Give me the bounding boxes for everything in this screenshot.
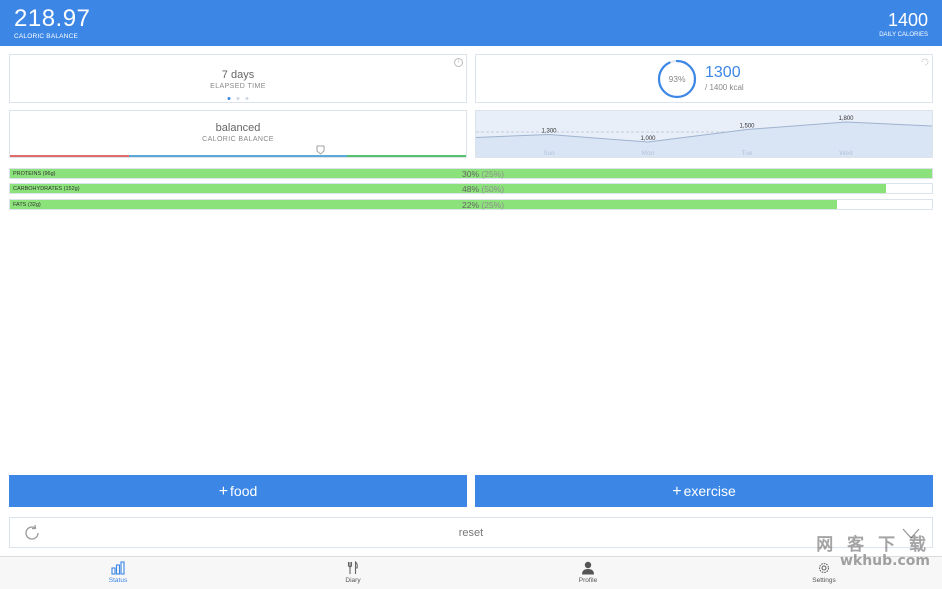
watermark-line2: wkhub.com	[839, 553, 930, 569]
add-food-label: food	[230, 483, 258, 499]
macro-percent-target: (50%)	[481, 184, 505, 194]
page-indicator[interactable]	[227, 97, 249, 100]
balance-scale-deficit	[10, 155, 129, 157]
macro-name: PROTEINS (96g)	[13, 171, 56, 177]
daily-calories-label: DAILY CALORIES	[879, 32, 928, 38]
macro-percent-value: 22%	[462, 200, 480, 210]
elapsed-time-label: ELAPSED TIME	[210, 83, 266, 90]
reset-label: reset	[458, 527, 484, 539]
tab-diary[interactable]: Diary	[313, 561, 393, 584]
watermark-line1: 网 客 下 载	[816, 535, 930, 555]
chart-data-label: 1,500	[739, 124, 755, 130]
tab-profile-label: Profile	[578, 577, 598, 584]
bar-chart-icon	[111, 561, 125, 575]
add-exercise-button[interactable]: + exercise	[475, 475, 933, 507]
balance-scale	[10, 155, 466, 157]
chart-x-tick-label: Mon	[642, 150, 655, 157]
chart-data-label: 1,300	[541, 129, 557, 135]
plus-icon: +	[672, 483, 682, 500]
macro-bar-proteins: PROTEINS (96g) 30% (25%)	[9, 168, 933, 179]
elapsed-time-card[interactable]: 7 days ELAPSED TIME i	[9, 54, 467, 103]
chart-data-label: 1,000	[640, 136, 656, 142]
reset-button[interactable]: reset	[9, 517, 933, 548]
progress-percent: 93%	[668, 74, 686, 84]
calories-consumed: 1300	[705, 64, 741, 81]
watermark: 网 客 下 载 wkhub.com	[800, 536, 930, 569]
calories-goal: / 1400 kcal	[705, 83, 744, 92]
macro-percent-value: 48%	[462, 184, 480, 194]
add-food-button[interactable]: + food	[9, 475, 467, 507]
chart-x-tick-label: Tue	[742, 150, 753, 157]
macro-percent-target: (25%)	[481, 200, 505, 210]
macro-percent: 48% (50%)	[462, 184, 504, 194]
balance-scale-surplus	[347, 155, 466, 157]
macro-bar-carbohydrates: CARBOHYDRATES (152g) 48% (50%)	[9, 183, 933, 194]
macro-fill	[10, 200, 838, 209]
tab-profile[interactable]: Profile	[548, 561, 628, 584]
tab-settings-label: Settings	[812, 577, 836, 584]
macro-percent-value: 30%	[462, 169, 480, 179]
caloric-balance-summary: 218.97 CALORIC BALANCE	[14, 5, 91, 41]
plus-icon: +	[218, 483, 229, 500]
page-dot[interactable]	[227, 97, 231, 100]
macro-percent-target: (25%)	[481, 169, 505, 179]
macro-name: CARBOHYDRATES (152g)	[13, 186, 80, 192]
macro-bar-fats: FATS (32g) 22% (25%)	[9, 199, 933, 210]
tab-status[interactable]: Status	[78, 561, 158, 584]
macro-percent: 30% (25%)	[462, 169, 504, 179]
daily-calories-value: 1400	[887, 10, 928, 30]
balance-scale-balanced	[128, 155, 348, 157]
header-bar: 218.97 CALORIC BALANCE 1400 DAILY CALORI…	[0, 0, 942, 46]
cutlery-icon	[347, 561, 358, 574]
tab-diary-label: Diary	[345, 577, 361, 584]
chart-x-tick-label: Sun	[543, 150, 555, 157]
macro-fill	[10, 184, 886, 193]
page-dot[interactable]	[245, 97, 249, 100]
person-icon	[582, 561, 594, 575]
caloric-balance-value: 218.97	[14, 5, 91, 32]
balance-marker-icon	[316, 145, 324, 155]
caloric-balance-card: balanced CALORIC BALANCE	[9, 110, 467, 158]
expand-icon[interactable]	[920, 57, 930, 67]
balance-label: CALORIC BALANCE	[202, 136, 274, 143]
page-dot[interactable]	[236, 97, 240, 100]
tab-status-label: Status	[108, 577, 128, 584]
info-icon[interactable]: i	[454, 58, 463, 67]
daily-calories-summary: 1400 DAILY CALORIES	[879, 10, 928, 39]
weekly-calories-chart: 1,300 Sun 1,000 Mon 1,500 Tue 1,800 Wed	[475, 110, 933, 158]
chart-x-tick-label: Wed	[839, 150, 853, 157]
add-exercise-label: exercise	[683, 483, 736, 499]
elapsed-time-value: 7 days	[221, 69, 255, 81]
macro-percent: 22% (25%)	[462, 200, 504, 210]
macro-name: FATS (32g)	[13, 202, 41, 208]
caloric-balance-label: CALORIC BALANCE	[14, 33, 79, 40]
balance-status: balanced	[215, 122, 261, 134]
daily-progress-card: 93% 1300 / 1400 kcal	[475, 54, 933, 103]
chart-canvas: 1,300 Sun 1,000 Mon 1,500 Tue 1,800 Wed	[476, 116, 932, 157]
chart-data-label: 1,800	[838, 116, 854, 122]
